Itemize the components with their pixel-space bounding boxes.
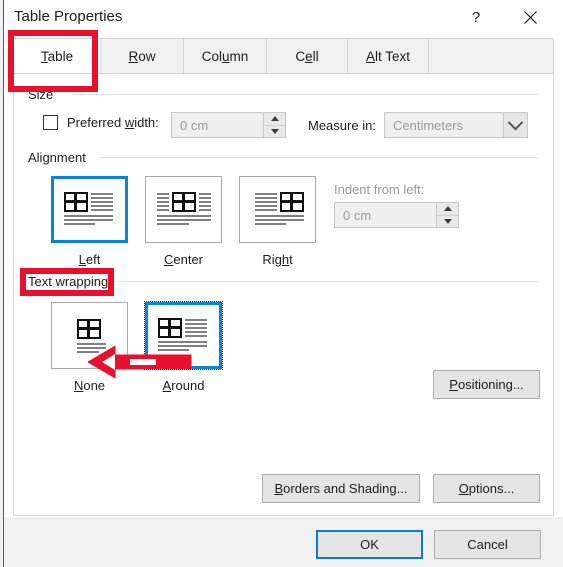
options-button[interactable]: Options... <box>433 474 540 503</box>
preferred-width-accel: w <box>124 115 135 130</box>
table-align-right-icon <box>250 189 306 231</box>
ok-button[interactable]: OK <box>316 530 423 559</box>
table-wrap-none-icon <box>62 315 118 357</box>
indent-from-left-stepper[interactable]: 0 cm <box>334 202 459 228</box>
chevron-down-icon <box>507 114 524 130</box>
indent-from-left-arrows <box>436 203 458 227</box>
table-align-left-icon <box>62 189 118 231</box>
table-wrap-around-icon <box>156 315 212 357</box>
text-wrapping-group-label: Text wrapping <box>28 274 115 289</box>
alignment-option-right-caption: Right <box>262 252 293 267</box>
preferred-width-checkbox[interactable] <box>43 115 58 130</box>
cancel-button-label: Cancel <box>467 537 508 552</box>
alignment-group-rule <box>99 157 538 158</box>
glyph-table-grid <box>157 317 182 338</box>
preferred-width-increment-button[interactable] <box>264 113 285 126</box>
dialog-title: Table Properties <box>14 8 123 25</box>
ok-button-label: OK <box>360 537 379 552</box>
preferred-width-stepper[interactable]: 0 cm <box>171 112 286 138</box>
alignment-center-accel: C <box>163 252 174 267</box>
text-wrapping-group-rule <box>118 281 538 282</box>
alignment-option-center-caption: Center <box>163 252 204 267</box>
question-mark-icon: ? <box>471 8 481 26</box>
alignment-option-left[interactable] <box>51 176 128 243</box>
tab-cell-accel: e <box>305 49 313 64</box>
positioning-button[interactable]: Positioning... <box>433 370 540 399</box>
table-tab-panel: Size Preferred width: 0 cm Measure in: C… <box>13 73 554 516</box>
tab-alt-text[interactable]: Alt Text <box>348 39 429 74</box>
indent-increment-button[interactable] <box>437 203 458 216</box>
tab-alt-text-accel: A <box>365 49 375 64</box>
triangle-up-icon <box>270 116 279 122</box>
cancel-button[interactable]: Cancel <box>434 530 541 559</box>
options-accel: O <box>458 481 469 496</box>
preferred-width-label: Preferred width: <box>67 115 159 130</box>
tab-cell-label: Cell <box>295 49 319 64</box>
measure-in-dropdown-button[interactable] <box>503 113 527 137</box>
borders-accel: B <box>274 481 284 496</box>
triangle-up-icon <box>443 206 452 212</box>
table-properties-dialog: Table Properties ? Table Row Column Cell… <box>4 0 563 567</box>
glyph-table-grid <box>63 191 88 212</box>
tab-column-label: Column <box>201 49 249 64</box>
measure-in-label: Measure in: <box>308 118 376 133</box>
tab-column[interactable]: Column <box>184 39 267 74</box>
alignment-option-left-caption: Left <box>78 252 101 267</box>
alignment-option-center[interactable] <box>145 176 222 243</box>
indent-from-left-label: Indent from left: <box>334 182 425 197</box>
preferred-width-arrows <box>263 113 285 137</box>
wrapping-option-around[interactable] <box>144 301 223 370</box>
glyph-table-grid <box>76 318 101 339</box>
positioning-accel: P <box>449 377 458 392</box>
preferred-width-value[interactable]: 0 cm <box>172 113 263 137</box>
table-align-center-icon <box>156 189 212 231</box>
tab-strip: Table Row Column Cell Alt Text <box>13 38 554 74</box>
tab-column-accel: u <box>221 49 230 64</box>
tab-table-label: Table <box>40 48 74 64</box>
alignment-right-accel: h <box>281 252 290 267</box>
indent-decrement-button[interactable] <box>437 215 458 227</box>
triangle-down-icon <box>443 218 452 224</box>
alignment-left-accel: L <box>78 252 86 267</box>
wrapping-none-accel: N <box>73 378 84 393</box>
close-x-icon <box>523 10 537 24</box>
tab-row-accel: R <box>128 49 139 64</box>
glyph-table-grid <box>171 191 196 212</box>
triangle-down-icon <box>270 128 279 134</box>
tab-row[interactable]: Row <box>101 39 184 74</box>
tab-cell[interactable]: Cell <box>267 39 348 74</box>
size-group-rule <box>72 94 538 95</box>
borders-and-shading-button[interactable]: Borders and Shading... <box>262 474 420 503</box>
tab-strip-filler <box>429 39 553 74</box>
preferred-width-row: Preferred width: <box>43 115 159 130</box>
measure-in-value: Centimeters <box>393 117 464 133</box>
wrapping-option-around-caption: Around <box>162 378 205 393</box>
tab-table[interactable]: Table <box>14 39 101 74</box>
alignment-option-right[interactable] <box>239 176 316 243</box>
size-group-label: Size <box>28 87 60 102</box>
wrapping-option-none-caption: None <box>73 378 106 393</box>
measure-in-select[interactable]: Centimeters <box>384 112 528 138</box>
wrapping-around-accel: A <box>162 378 172 393</box>
preferred-width-decrement-button[interactable] <box>264 125 285 137</box>
glyph-table-grid <box>279 191 304 212</box>
tab-row-label: Row <box>128 49 156 64</box>
wrapping-option-none[interactable] <box>51 302 128 369</box>
tab-alt-text-label: Alt Text <box>365 49 411 64</box>
dialog-titlebar: Table Properties ? <box>4 0 563 34</box>
indent-from-left-value[interactable]: 0 cm <box>335 203 436 227</box>
alignment-group-label: Alignment <box>28 150 92 165</box>
close-button[interactable] <box>509 0 551 34</box>
help-button[interactable]: ? <box>455 0 497 34</box>
tab-table-accel: T <box>40 48 48 64</box>
dialog-bottom-bar: OK Cancel <box>4 517 563 567</box>
